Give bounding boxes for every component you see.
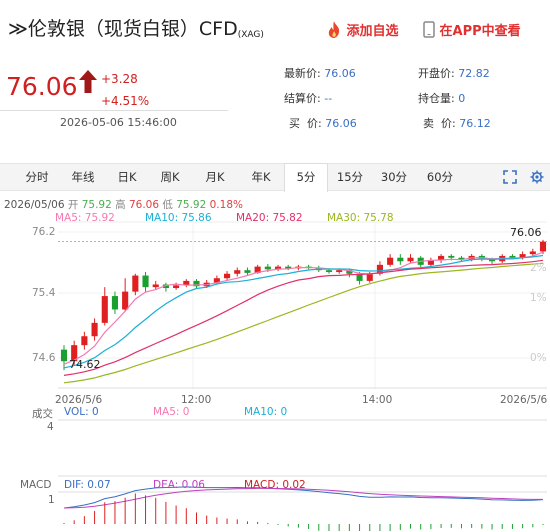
x-tick-label: 12:00 [181, 394, 212, 406]
candle-body [244, 270, 251, 273]
candle-body [264, 266, 271, 270]
macd-scale: 1 [48, 494, 55, 506]
candle-body [529, 251, 536, 255]
ma-line-ma10 [63, 254, 544, 369]
volume-scale: 4 [47, 421, 54, 433]
candle-body [91, 322, 98, 337]
candle-body [173, 285, 180, 289]
candle-body [397, 257, 404, 262]
y-tick-label: 74.6 [32, 352, 56, 364]
macd-value: MACD: 0.02 [244, 479, 306, 491]
candle-body [132, 275, 139, 292]
x-tick-label: 14:00 [362, 394, 393, 406]
candle-body [366, 273, 373, 281]
max-price-label: 76.06 [510, 226, 542, 239]
candle-body [336, 270, 343, 272]
y-tick-label: 76.2 [32, 226, 56, 238]
min-price-label: 74.62 [69, 358, 101, 371]
candle-body [81, 336, 88, 346]
candle-body [142, 275, 149, 288]
macd-dea: DEA: 0.06 [153, 479, 205, 491]
pct-tick-label: 0% [530, 352, 547, 364]
candle-body [224, 273, 231, 279]
candle-body [60, 349, 68, 362]
vol-ma5: MA5: 0 [153, 406, 190, 418]
candle-body [152, 284, 159, 288]
candle-body [448, 255, 455, 258]
x-tick-label: 2026/5/6 [55, 394, 103, 406]
candlestick-chart[interactable] [0, 0, 550, 532]
candle-body [325, 270, 333, 272]
candle-body [387, 257, 394, 265]
candle-body [122, 291, 129, 310]
candle-body [111, 296, 119, 310]
macd-title: MACD [20, 479, 52, 491]
vol-value: VOL: 0 [64, 406, 99, 418]
candle-body [407, 257, 414, 262]
macd-dif: DIF: 0.07 [64, 479, 111, 491]
y-tick-label: 75.4 [32, 287, 56, 299]
candle-body [539, 241, 547, 252]
vol-ma10: MA10: 0 [244, 406, 288, 418]
x-tick-label: 2026/5/6 [500, 394, 548, 406]
candle-body [101, 296, 108, 323]
pct-tick-label: 1% [530, 292, 547, 304]
pct-tick-label: 2% [530, 262, 547, 274]
candle-body [234, 270, 241, 274]
volume-title: 成交 [32, 408, 53, 420]
